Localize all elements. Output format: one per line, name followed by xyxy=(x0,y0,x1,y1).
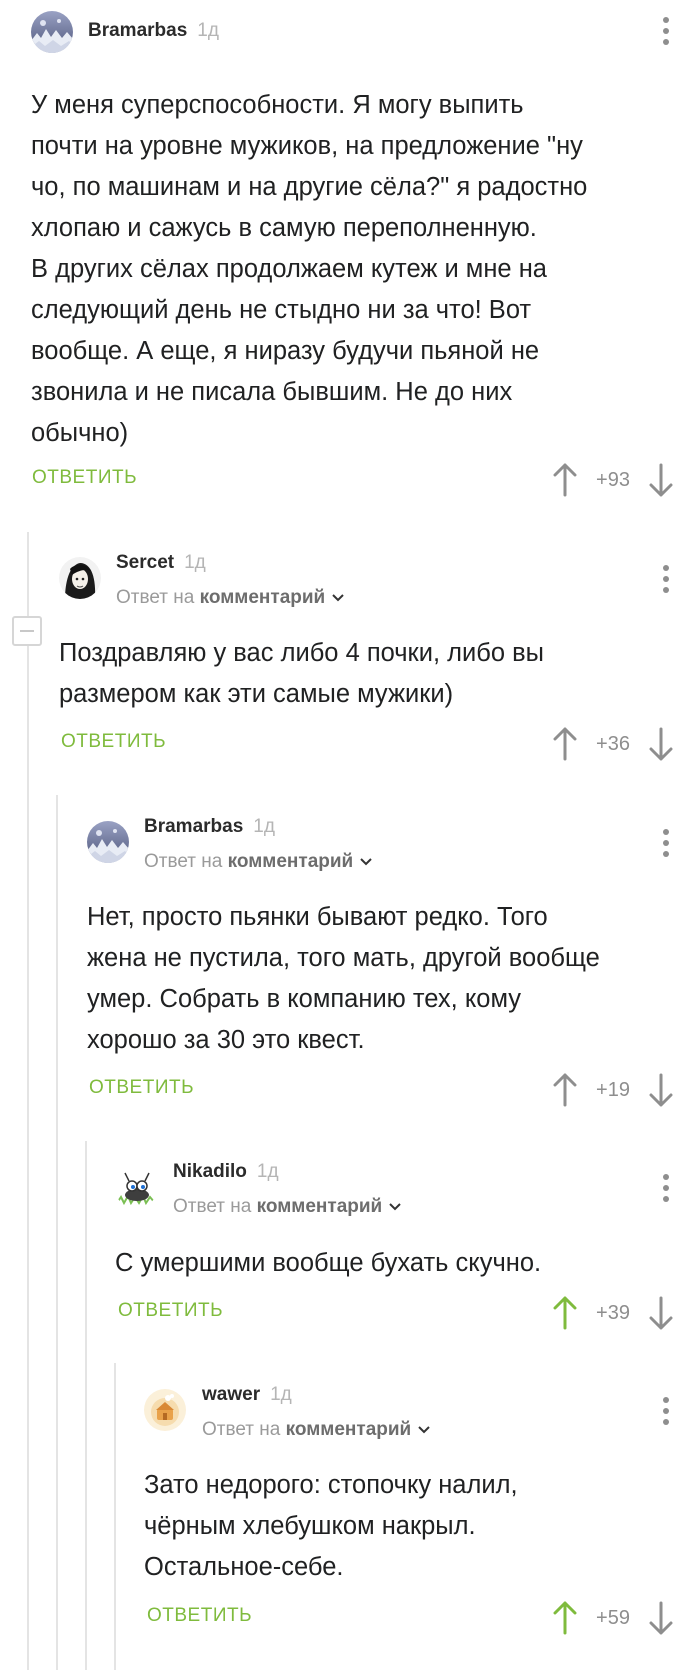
avatar[interactable] xyxy=(115,1167,157,1209)
comment-line: С умершими вообще бухать скучно. xyxy=(115,1249,542,1277)
arrow-down-icon[interactable] xyxy=(648,1073,674,1107)
comment-author[interactable]: Sercet 1д xyxy=(116,552,206,574)
reply-target[interactable]: комментарий xyxy=(228,851,354,872)
score: +36 xyxy=(596,733,630,755)
comment-author[interactable]: Bramarbas 1д xyxy=(88,20,219,42)
reply-button[interactable]: ОТВЕТИТЬ xyxy=(118,1300,223,1322)
comment-line: хорошо за 30 это квест. xyxy=(87,1026,365,1054)
comment-age: 1д xyxy=(197,20,219,41)
comment-author[interactable]: wawer 1д xyxy=(202,1384,292,1406)
more-vertical-icon[interactable] xyxy=(660,829,672,861)
author-name[interactable]: wawer xyxy=(202,1384,260,1405)
comment-line: Зато недорого: стопочку налил, xyxy=(144,1471,518,1499)
comment-line: почти на уровне мужиков, на предложение … xyxy=(31,132,583,160)
avatar[interactable] xyxy=(31,11,73,53)
arrow-up-icon[interactable] xyxy=(552,1073,578,1107)
comment-body: Зато недорого: стопочку налил, чёрным хл… xyxy=(144,1465,518,1588)
reply-button[interactable]: ОТВЕТИТЬ xyxy=(89,1077,194,1099)
arrow-up-icon[interactable] xyxy=(552,727,578,761)
more-vertical-icon[interactable] xyxy=(660,1397,672,1429)
comment-body: Нет, просто пьянки бывают редко. Того же… xyxy=(87,897,600,1061)
comment-line: Нет, просто пьянки бывают редко. Того xyxy=(87,903,548,931)
reply-prefix: Ответ на xyxy=(144,851,223,872)
arrow-up-icon[interactable] xyxy=(552,463,578,497)
comment-body: У меня суперспособности. Я могу выпить п… xyxy=(31,85,587,454)
reply-prefix: Ответ на xyxy=(116,587,195,608)
reply-to-link[interactable]: Ответ на комментарий xyxy=(116,587,345,609)
reply-button[interactable]: ОТВЕТИТЬ xyxy=(32,467,137,489)
author-name[interactable]: Bramarbas xyxy=(88,20,187,41)
reply-target[interactable]: комментарий xyxy=(200,587,326,608)
arrow-down-icon[interactable] xyxy=(648,727,674,761)
avatar[interactable] xyxy=(59,557,101,599)
thread-line-level-2 xyxy=(56,795,58,1670)
reply-button[interactable]: ОТВЕТИТЬ xyxy=(61,731,166,753)
collapse-thread-icon[interactable] xyxy=(12,616,42,646)
comment-line: Остальное-себе. xyxy=(144,1553,344,1581)
comment-author[interactable]: Bramarbas 1д xyxy=(144,816,275,838)
arrow-up-icon[interactable] xyxy=(552,1601,578,1635)
more-vertical-icon[interactable] xyxy=(660,1174,672,1206)
more-vertical-icon[interactable] xyxy=(660,565,672,597)
comment-age: 1д xyxy=(256,1161,279,1182)
comment-line: В других сёлах продолжаем кутеж и мне на xyxy=(31,255,547,283)
arrow-down-icon[interactable] xyxy=(648,1296,674,1330)
thread-line-level-1 xyxy=(27,532,29,1670)
comment-line: чёрным хлебушком накрыл. xyxy=(144,1512,476,1540)
comment-line: Поздравляю у вас либо 4 почки, либо вы xyxy=(59,639,544,667)
comment-line: следующий день не стыдно ни за что! Вот xyxy=(31,296,532,324)
comment-age: 1д xyxy=(184,552,206,573)
comment-line: размером как эти самые мужики) xyxy=(59,680,454,708)
score: +93 xyxy=(596,469,630,491)
chevron-down-icon[interactable] xyxy=(331,593,345,603)
reply-prefix: Ответ на xyxy=(202,1419,281,1440)
comment-age: 1д xyxy=(270,1384,292,1405)
arrow-down-icon[interactable] xyxy=(648,463,674,497)
author-name[interactable]: Sercet xyxy=(116,552,174,573)
arrow-up-icon[interactable] xyxy=(552,1296,578,1330)
score: +39 xyxy=(596,1302,630,1324)
reply-target[interactable]: комментарий xyxy=(286,1419,412,1440)
comment-line: вообще. А еще, я ниразу будучи пьяной не xyxy=(31,337,540,365)
author-name[interactable]: Bramarbas xyxy=(144,816,243,837)
comment-line: умер. Собрать в компанию тех, кому xyxy=(87,985,522,1013)
comment-line: хлопаю и сажусь в самую переполненную. xyxy=(31,214,537,242)
comment-author[interactable]: Nikadilo 1д xyxy=(173,1161,279,1183)
comment-line: чо, по машинам и на другие сёла?" я радо… xyxy=(31,173,588,201)
chevron-down-icon[interactable] xyxy=(417,1425,431,1435)
comment-line: обычно) xyxy=(31,419,129,447)
reply-to-link[interactable]: Ответ на комментарий xyxy=(144,851,373,873)
score: +59 xyxy=(596,1607,630,1629)
comment-line: звонила и не писала бывшим. Не до них xyxy=(31,378,513,406)
author-name[interactable]: Nikadilo xyxy=(173,1161,247,1182)
reply-to-link[interactable]: Ответ на комментарий xyxy=(173,1196,402,1218)
reply-target[interactable]: комментарий xyxy=(257,1196,383,1217)
chevron-down-icon[interactable] xyxy=(388,1202,402,1212)
chevron-down-icon[interactable] xyxy=(359,857,373,867)
avatar[interactable] xyxy=(87,821,129,863)
reply-to-link[interactable]: Ответ на комментарий xyxy=(202,1419,431,1441)
comment-line: У меня суперспособности. Я могу выпить xyxy=(31,91,524,119)
score: +19 xyxy=(596,1079,630,1101)
comment-line: жена не пустила, того мать, другой вообщ… xyxy=(87,944,600,972)
more-vertical-icon[interactable] xyxy=(660,17,672,49)
comment-age: 1д xyxy=(253,816,275,837)
reply-prefix: Ответ на xyxy=(173,1196,252,1217)
comment-body: Поздравляю у вас либо 4 почки, либо вы р… xyxy=(59,633,544,715)
reply-button[interactable]: ОТВЕТИТЬ xyxy=(147,1605,252,1627)
avatar[interactable] xyxy=(144,1389,186,1431)
comment-body: С умершими вообще бухать скучно. xyxy=(115,1243,541,1284)
arrow-down-icon[interactable] xyxy=(648,1601,674,1635)
thread-line-level-3 xyxy=(85,1141,87,1670)
thread-line-level-4 xyxy=(114,1363,116,1670)
